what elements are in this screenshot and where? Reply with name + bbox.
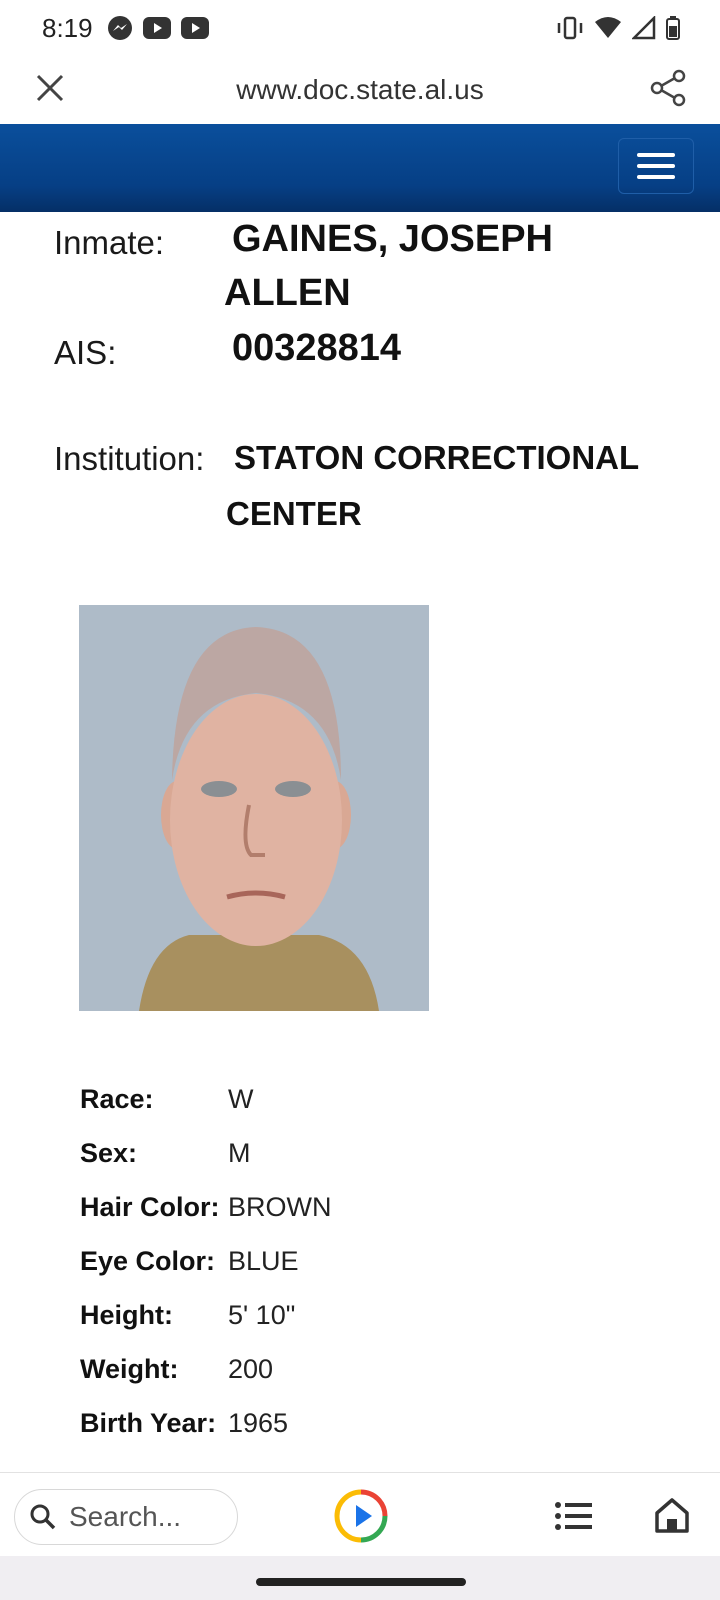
list-icon[interactable] [554,1499,594,1533]
inmate-detail: Inmate: GAINES, JOSEPH ALLEN AIS: 003288… [0,212,720,1472]
search-icon [30,1504,56,1530]
inmate-name-line2: ALLEN [224,272,351,314]
attribute-row: Sex: M [80,1126,332,1180]
search-placeholder: Search... [69,1501,182,1532]
attribute-value: W [228,1083,254,1114]
attribute-row: Hair Color: BROWN [80,1180,332,1234]
youtube-icon [180,17,209,39]
attribute-label: Weight: [80,1353,179,1384]
attribute-value: BROWN [228,1191,332,1222]
hamburger-icon-line [637,153,675,157]
share-icon[interactable] [648,68,688,108]
search-input[interactable]: Search... [14,1489,238,1545]
url-text[interactable]: www.doc.state.al.us [236,74,483,106]
attribute-row: Eye Color: BLUE [80,1234,332,1288]
attribute-label: Race: [80,1083,154,1114]
attribute-value: BLUE [228,1245,299,1276]
attribute-row: Weight: 200 [80,1342,332,1396]
hamburger-menu-button[interactable] [618,138,694,194]
youtube-icon [142,17,171,39]
home-icon[interactable] [652,1495,692,1535]
bottom-toolbar: Search... [0,1472,720,1556]
messenger-icon [107,16,132,40]
attribute-value: 1965 [228,1407,289,1438]
vibrate-icon [557,16,583,40]
attribute-value: 5' 10" [228,1299,296,1330]
attribute-label: Height: [80,1299,173,1330]
play-icon[interactable] [334,1489,388,1543]
inmate-photo [79,605,429,1011]
signal-icon [632,16,656,40]
institution-line1: STATON CORRECTIONAL [234,439,640,476]
site-header [0,124,720,212]
attribute-label: Sex: [80,1137,138,1168]
close-icon[interactable] [32,70,68,106]
ais-number: 00328814 [232,327,402,369]
ais-label: AIS: [54,334,117,371]
institution-label: Institution: [54,440,205,477]
attribute-label: Birth Year: [80,1407,217,1438]
attribute-row: Race: W [80,1072,332,1126]
status-bar: 8:19 [0,0,720,56]
system-icons [556,16,680,40]
attribute-row: Height: 5' 10" [80,1288,332,1342]
inmate-label: Inmate: [54,224,165,261]
inmate-name-line1: GAINES, JOSEPH [232,218,553,260]
attribute-row: Birth Year: 1965 [80,1396,332,1450]
gesture-handle[interactable] [256,1578,466,1586]
battery-icon [666,16,680,40]
attribute-label: Hair Color: [80,1191,220,1222]
attribute-label: Eye Color: [80,1245,216,1276]
hamburger-icon-line [637,175,675,179]
system-nav-bar [0,1556,720,1600]
attribute-value: M [228,1137,251,1168]
attributes-list: Race: W Sex: M Hair Color: BROWN Eye Col… [80,1072,332,1450]
browser-toolbar: www.doc.state.al.us [0,56,720,124]
status-time: 8:19 [42,12,93,43]
attribute-value: 200 [228,1353,274,1384]
notification-icons [107,15,209,41]
institution-line2: CENTER [226,495,362,532]
hamburger-icon-line [637,164,675,168]
wifi-icon [595,17,621,38]
